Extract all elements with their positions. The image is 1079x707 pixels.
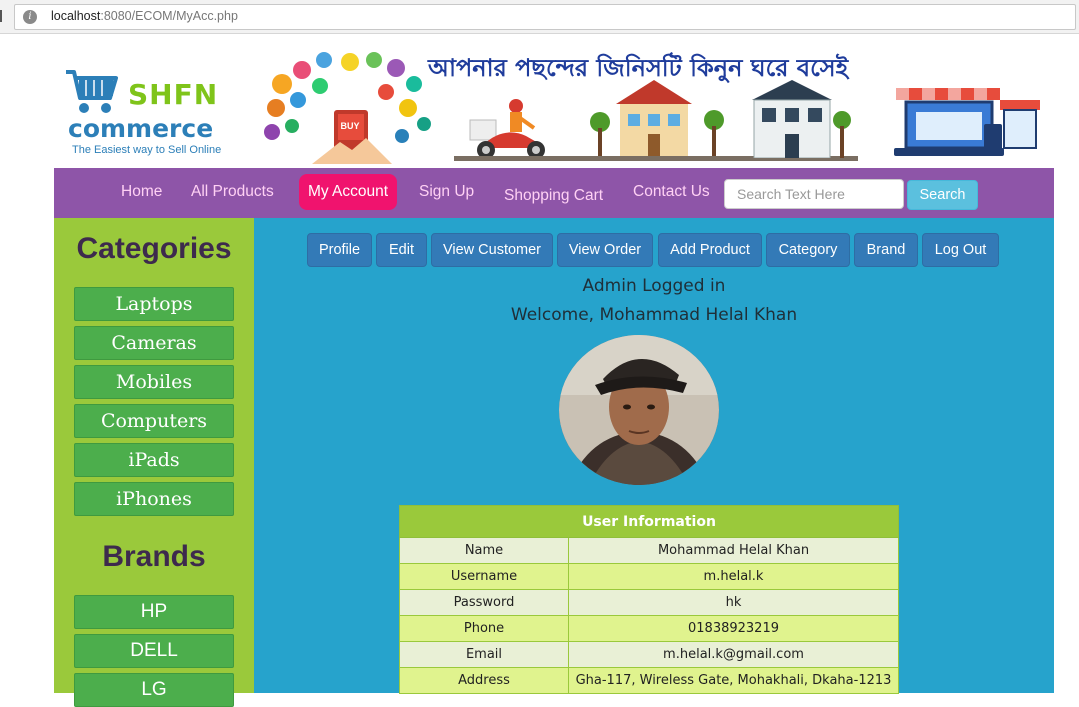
shopping-cart-icon [66,70,118,113]
category-ipads[interactable]: iPads [74,443,234,477]
main-nav: Home All Products My Account Sign Up Sho… [54,168,1054,218]
field-value: Mohammad Helal Khan [568,537,899,564]
tab-add-product[interactable]: Add Product [658,233,762,267]
house-illustration [590,80,724,156]
field-label: Name [399,537,569,564]
field-label: Address [399,667,569,694]
url-path: :8080/ECOM/MyAcc.php [100,9,238,23]
logo-tagline: The Easiest way to Sell Online [72,144,222,156]
field-label: Password [399,589,569,616]
table-row: Name Mohammad Helal Khan [399,537,899,564]
site-info-icon[interactable]: i [23,10,37,24]
brand-lg[interactable]: LG [74,673,234,707]
logo-brand-bottom: commerce [68,114,214,143]
user-info-title: User Information [399,505,899,538]
nav-sign-up[interactable]: Sign Up [419,183,474,201]
tab-category[interactable]: Category [766,233,850,267]
nav-my-account[interactable]: My Account [299,174,397,210]
field-value: hk [568,589,899,616]
account-panel: Profile Edit View Customer View Order Ad… [254,218,1054,694]
search-input[interactable] [724,179,904,209]
welcome-message: Welcome, Mohammad Helal Khan [510,305,798,325]
url-host: localhost [51,9,101,23]
field-label: Phone [399,615,569,642]
brands-heading: Brands [102,540,206,573]
tab-profile[interactable]: Profile [307,233,372,267]
tab-brand[interactable]: Brand [854,233,918,267]
category-computers[interactable]: Computers [74,404,234,438]
field-label: Username [399,563,569,590]
table-row: Email m.helal.k@gmail.com [399,641,899,668]
tab-view-customer[interactable]: View Customer [431,233,553,267]
tab-view-order[interactable]: View Order [557,233,653,267]
table-row: Address Gha-117, Wireless Gate, Mohakhal… [399,667,899,694]
table-row: Username m.helal.k [399,563,899,590]
online-shop-laptop-icon [894,88,1040,156]
ecommerce-icons-illustration [264,52,431,164]
brand-hp[interactable]: HP [74,595,234,629]
logo-brand-top: SHFN [128,78,219,111]
building-illustration [752,80,851,158]
nav-home[interactable]: Home [121,183,162,201]
profile-photo [559,335,719,485]
nav-all-products[interactable]: All Products [191,183,274,201]
nav-contact-us[interactable]: Contact Us [633,183,710,201]
field-value: Gha-117, Wireless Gate, Mohakhali, Dkaha… [568,667,899,694]
table-row: Phone 01838923219 [399,615,899,642]
sidebar: Categories Laptops Cameras Mobiles Compu… [54,218,254,707]
url-input[interactable]: i localhost:8080/ECOM/MyAcc.php [14,4,1076,30]
url-text: localhost:8080/ECOM/MyAcc.php [51,9,238,23]
site-banner: SHFN commerce The Easiest way to Sell On… [54,48,1054,168]
category-cameras[interactable]: Cameras [74,326,234,360]
tab-log-out[interactable]: Log Out [922,233,999,267]
buy-label: BUY [340,121,360,131]
site-logo[interactable]: SHFN commerce The Easiest way to Sell On… [62,66,242,156]
search-button[interactable]: Search [907,180,978,210]
admin-status: Admin Logged in [582,276,726,296]
table-row: Password hk [399,589,899,616]
delivery-scooter-icon [469,99,545,159]
category-iphones[interactable]: iPhones [74,482,234,516]
field-value: m.helal.k [568,563,899,590]
categories-heading: Categories [76,232,232,265]
field-label: Email [399,641,569,668]
browser-address-bar: i localhost:8080/ECOM/MyAcc.php [0,0,1079,34]
brand-dell[interactable]: DELL [74,634,234,668]
field-value: m.helal.k@gmail.com [568,641,899,668]
profile-avatar [559,335,719,485]
tab-edit[interactable]: Edit [376,233,427,267]
category-mobiles[interactable]: Mobiles [74,365,234,399]
user-info-table: User Information Name Mohammad Helal Kha… [399,505,899,694]
browser-menu-icon[interactable] [0,10,4,22]
field-value: 01838923219 [568,615,899,642]
nav-shopping-cart[interactable]: Shopping Cart [504,187,603,205]
category-laptops[interactable]: Laptops [74,287,234,321]
